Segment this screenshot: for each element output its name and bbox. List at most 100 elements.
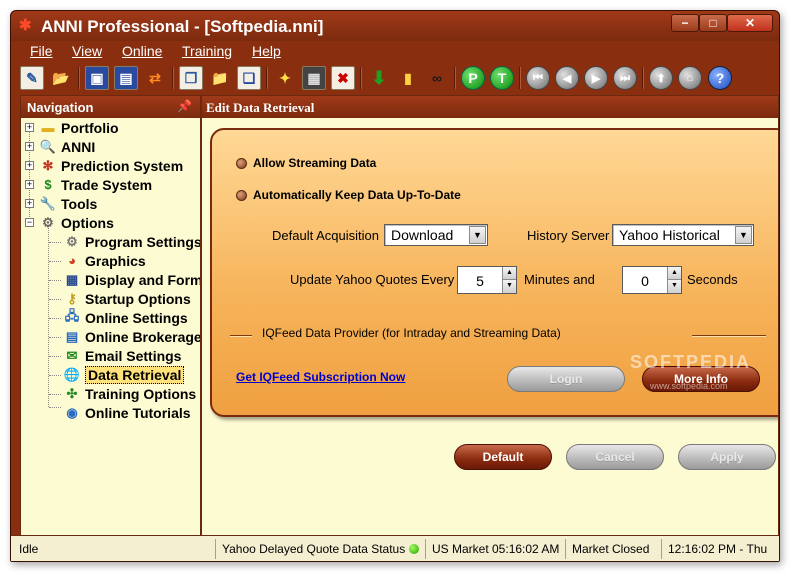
navigation-header: Navigation 📌 (21, 96, 200, 118)
first-record-icon[interactable]: ⏮ (526, 66, 550, 90)
new-document-icon[interactable]: ✎ (20, 66, 44, 90)
tree-item-graphics[interactable]: ◕ Graphics (63, 251, 146, 270)
tree-item-tools[interactable]: + 🔧 Tools (25, 194, 97, 213)
expander-icon[interactable]: + (25, 199, 34, 208)
save-icon[interactable]: ▣ (85, 66, 109, 90)
expander-icon[interactable]: + (25, 180, 34, 189)
tree-item-trade-system[interactable]: + $ Trade System (25, 175, 152, 194)
tree-item-portfolio[interactable]: + ▬ Portfolio (25, 118, 119, 137)
history-server-select[interactable]: Yahoo Historical ▼ (612, 224, 754, 246)
quote-status-label: Yahoo Delayed Quote Data Status (222, 542, 406, 556)
maximize-button[interactable]: □ (699, 14, 727, 32)
tree-connector (49, 261, 61, 262)
chevron-down-icon[interactable]: ▼ (469, 226, 486, 244)
navigation-title: Navigation (27, 100, 94, 115)
default-acquisition-select[interactable]: Download ▼ (384, 224, 488, 246)
tree-item-training-options[interactable]: ✣ Training Options | (63, 384, 200, 403)
allow-streaming-option[interactable]: Allow Streaming Data (236, 156, 376, 170)
tree-item-startup-options[interactable]: ⚷ Startup Options (63, 289, 191, 308)
chart-bars-icon[interactable]: ▮ (396, 66, 420, 90)
tree-item-label: ANNI (61, 138, 96, 155)
tree-item-anni[interactable]: + 🔍 ANNI (25, 137, 95, 156)
open-icon[interactable]: 📁 (208, 66, 232, 90)
help-icon[interactable]: ? (708, 66, 732, 90)
tree-item-label: Training Options | (85, 385, 200, 402)
navigation-panel: Navigation 📌 + ▬ Portfolio + 🔍 ANNI + ✻ (20, 95, 201, 542)
open-folder-icon[interactable]: 📂 (49, 66, 73, 90)
tree-item-label: Options (61, 214, 114, 231)
tree-item-label: Tools (61, 195, 98, 212)
menu-online[interactable]: Online (122, 43, 162, 59)
chevron-down-icon[interactable]: ▼ (502, 280, 516, 293)
grid-icon[interactable]: ▦ (302, 66, 326, 90)
expander-icon[interactable]: + (25, 161, 34, 170)
expander-icon[interactable]: + (25, 123, 34, 132)
tree-item-prediction-system[interactable]: + ✻ Prediction System (25, 156, 183, 175)
copy-icon[interactable]: ❐ (179, 66, 203, 90)
tree-item-label: Online Tutorials (85, 404, 191, 421)
minutes-stepper[interactable]: 5 ▲ ▼ (457, 266, 517, 294)
tree-item-online-settings[interactable]: 🖧 Online Settings (63, 308, 188, 327)
menu-view[interactable]: View (72, 43, 102, 59)
expander-icon[interactable]: − (25, 218, 34, 227)
previous-record-icon[interactable]: ◀ (555, 66, 579, 90)
auto-keep-label: Automatically Keep Data Up-To-Date (253, 188, 461, 202)
tree-item-data-retrieval[interactable]: 🌐 Data Retrieval (63, 365, 185, 384)
minimize-button[interactable]: − (671, 14, 699, 32)
trade-t-icon[interactable]: T (490, 66, 514, 90)
login-button[interactable]: Login (507, 366, 625, 392)
default-button[interactable]: Default (454, 444, 552, 470)
stack-icon[interactable]: ❏ (237, 66, 261, 90)
chevron-down-icon[interactable]: ▼ (735, 226, 752, 244)
tree-connector (49, 407, 61, 408)
status-market-state: Market Closed (565, 539, 659, 559)
last-record-icon[interactable]: ⏭ (613, 66, 637, 90)
predict-p-icon[interactable]: P (461, 66, 485, 90)
delete-icon[interactable]: ✖ (331, 66, 355, 90)
refresh-exchange-icon[interactable]: ⇄ (143, 66, 167, 90)
sparkle-icon[interactable]: ✦ (273, 66, 297, 90)
auto-keep-option[interactable]: Automatically Keep Data Up-To-Date (236, 188, 461, 202)
menu-file[interactable]: File (30, 43, 53, 59)
download-icon[interactable]: ⬇ (367, 66, 391, 90)
allow-streaming-label: Allow Streaming Data (253, 156, 377, 170)
radio-bullet-icon[interactable] (236, 189, 247, 201)
next-record-icon[interactable]: ▶ (584, 66, 608, 90)
cancel-button[interactable]: Cancel (566, 444, 664, 470)
seconds-stepper[interactable]: 0 ▲ ▼ (622, 266, 682, 294)
tree-connector (49, 299, 61, 300)
menu-training[interactable]: Training (182, 43, 232, 59)
tree-item-label: Online Settings (85, 309, 188, 326)
iqfeed-subscription-link[interactable]: Get IQFeed Subscription Now (236, 370, 405, 384)
tree-item-label: Online Brokerage (85, 328, 200, 345)
tree-item-email-settings[interactable]: ✉ Email Settings (63, 346, 182, 365)
options-icon: ⚙ (42, 214, 54, 230)
dollar-icon: $ (44, 177, 52, 192)
tree-item-program-settings[interactable]: ⚙ Program Settings (63, 232, 200, 251)
tree-item-display-and-form[interactable]: ▦ Display and Form (63, 270, 200, 289)
softpedia-watermark: SOFTPEDIA (630, 352, 752, 372)
back-icon[interactable]: ⬆ (649, 66, 673, 90)
seconds-value: 0 (641, 273, 649, 289)
tree-item-online-brokerage[interactable]: ▤ Online Brokerage (63, 327, 200, 346)
default-acquisition-label: Default Acquisition (272, 228, 379, 243)
app-window: ✱ ANNI Professional - [Softpedia.nni] − … (10, 10, 780, 562)
save-as-icon[interactable]: ▤ (114, 66, 138, 90)
chevron-up-icon[interactable]: ▲ (502, 267, 516, 280)
menu-help[interactable]: Help (252, 43, 281, 59)
chevron-up-icon[interactable]: ▲ (667, 267, 681, 280)
title-bar[interactable]: ✱ ANNI Professional - [Softpedia.nni] − … (11, 11, 779, 41)
tree-item-online-tutorials[interactable]: ◉ Online Tutorials (63, 403, 191, 422)
tree-connector (49, 394, 61, 395)
binoculars-icon[interactable]: ∞ (425, 66, 449, 90)
home-icon[interactable]: ⌂ (678, 66, 702, 90)
tree-item-options[interactable]: − ⚙ Options (25, 213, 114, 232)
expander-icon[interactable]: + (25, 142, 34, 151)
minutes-value: 5 (476, 273, 484, 289)
pin-icon[interactable]: 📌 (177, 99, 192, 113)
radio-bullet-icon[interactable] (236, 157, 247, 169)
apply-button[interactable]: Apply (678, 444, 776, 470)
close-button[interactable]: ✕ (727, 14, 773, 32)
minutes-label: Minutes and (524, 272, 595, 287)
chevron-down-icon[interactable]: ▼ (667, 280, 681, 293)
